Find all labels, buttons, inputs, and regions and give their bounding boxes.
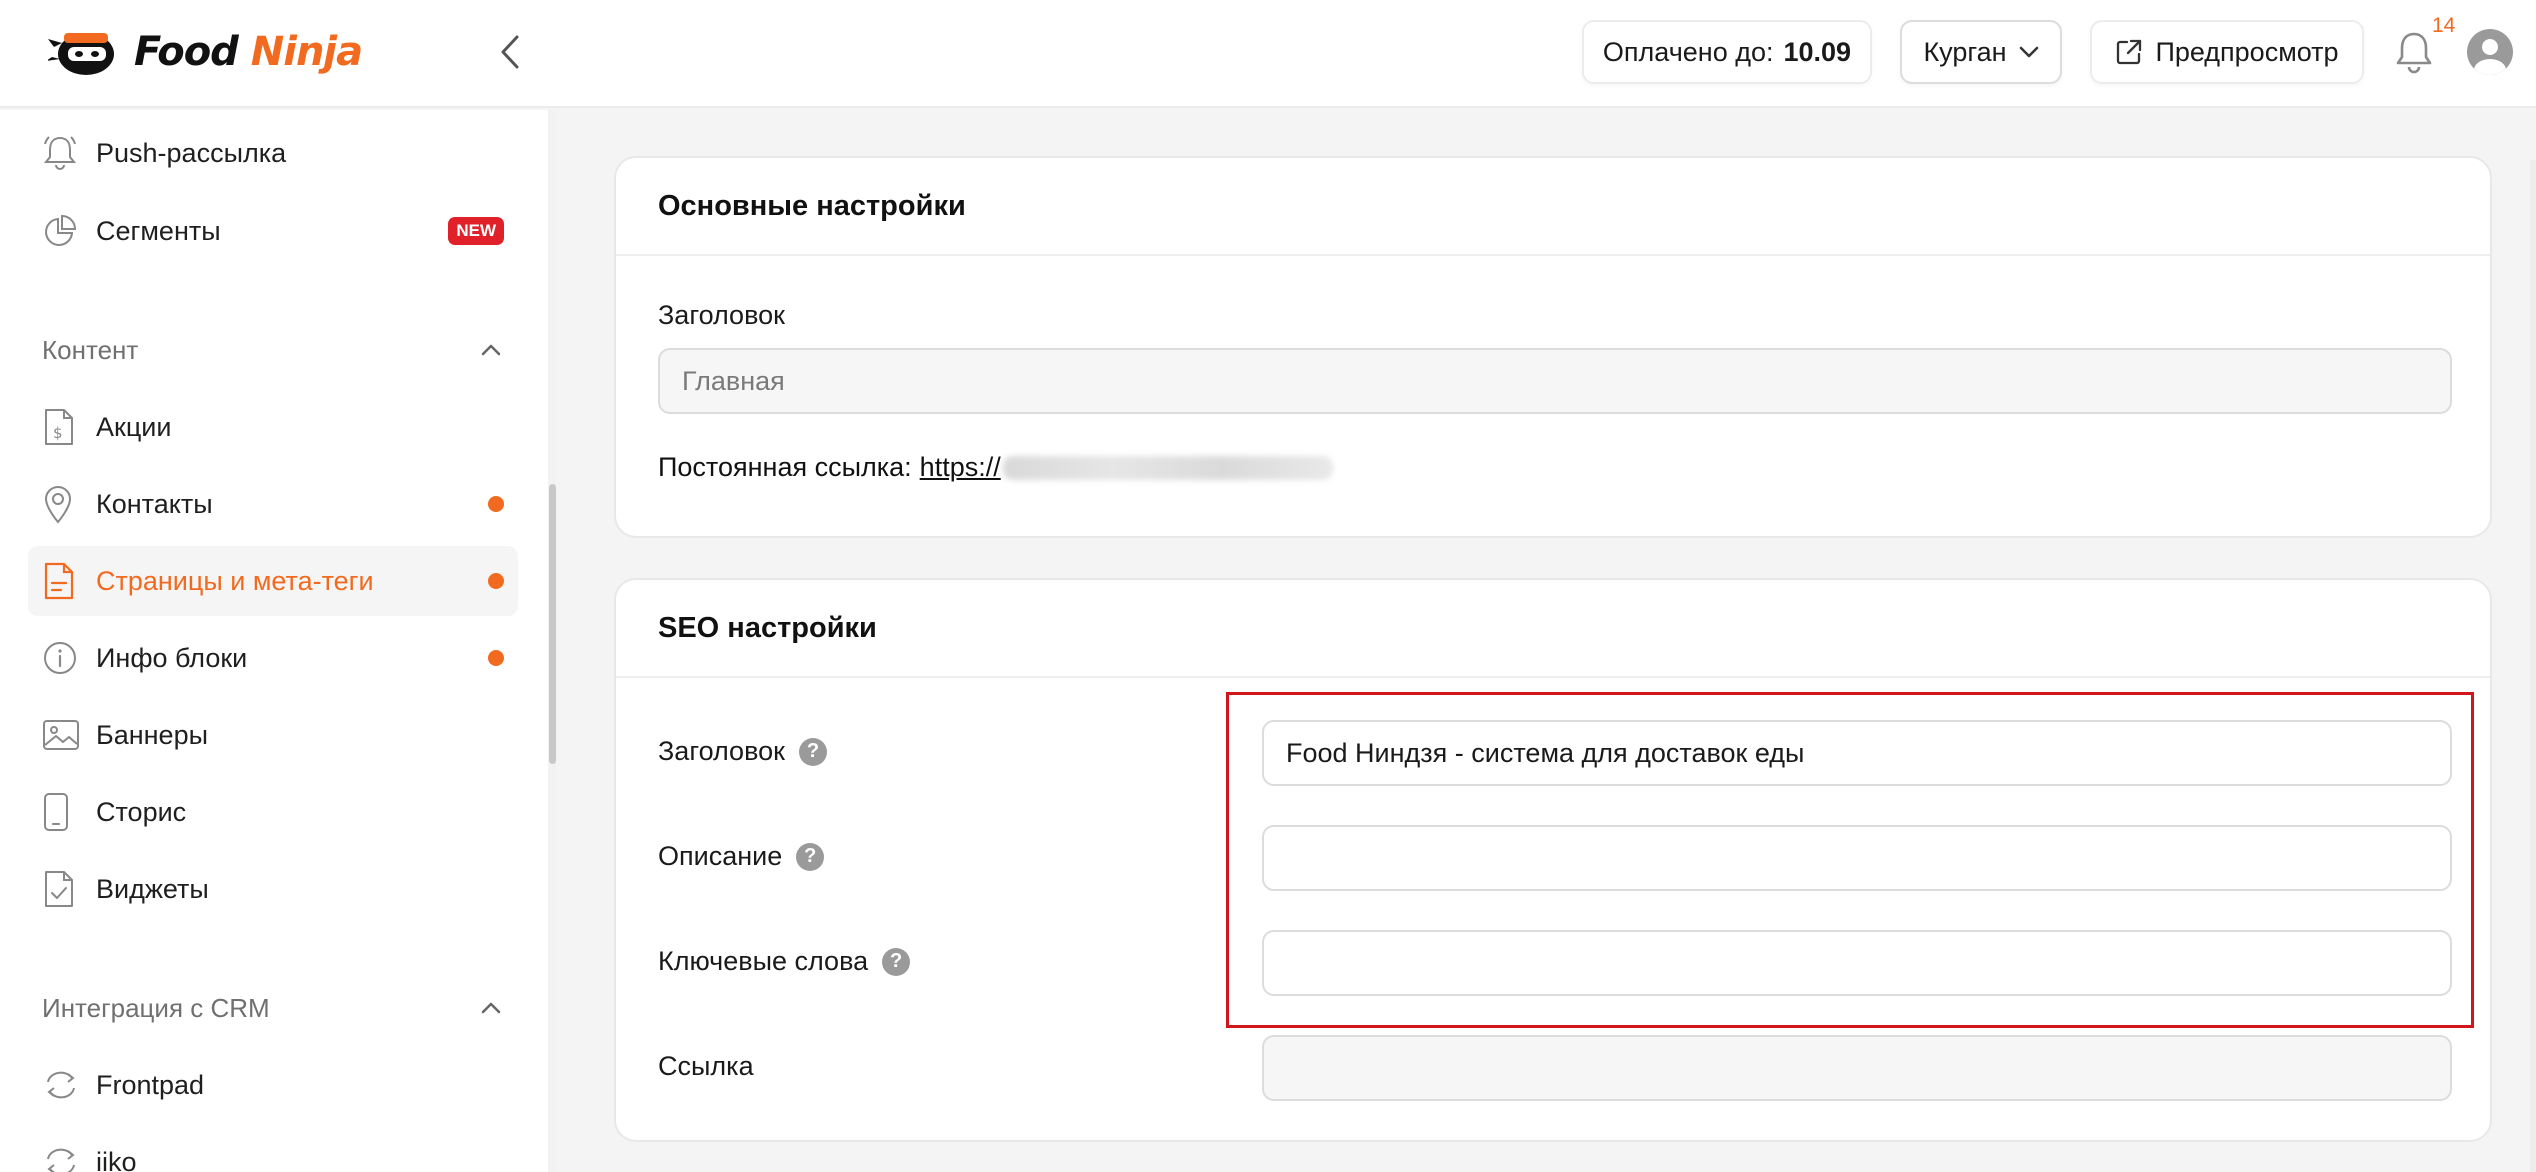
- info-icon: [28, 640, 96, 676]
- main-settings-card: Основные настройки Заголовок Главная Пос…: [614, 156, 2492, 538]
- preview-button[interactable]: Предпросмотр: [2090, 20, 2364, 84]
- heading-input[interactable]: Главная: [658, 348, 2452, 414]
- city-select-value: Курган: [1923, 36, 2007, 67]
- sidebar-item-label: Страницы и мета-теги: [96, 565, 374, 596]
- unread-dot: [488, 650, 504, 666]
- sidebar-item-label: Сегменты: [96, 215, 221, 246]
- city-select[interactable]: Курган: [1900, 20, 2062, 84]
- permalink-blurred-url: [1002, 455, 1333, 480]
- user-avatar[interactable]: [2466, 28, 2514, 76]
- sidebar-item-contacts[interactable]: Контакты: [28, 469, 518, 539]
- sidebar: Push-рассылка Сегменты NEW Контент $ Акц…: [0, 110, 556, 1172]
- page-scrollbar-track[interactable]: [2530, 160, 2536, 1172]
- sidebar-item-pages[interactable]: Страницы и мета-теги: [28, 546, 518, 616]
- unread-dot: [488, 573, 504, 589]
- map-pin-icon: [28, 484, 96, 524]
- permalink-label: Постоянная ссылка:: [658, 452, 912, 482]
- heading-label: Заголовок: [658, 300, 785, 330]
- bell-icon: [2396, 32, 2432, 74]
- logo[interactable]: Food Ninja: [48, 22, 363, 82]
- sidebar-item-label: Инфо блоки: [96, 642, 248, 673]
- external-link-icon: [2117, 39, 2142, 65]
- logo-text: Food Ninja: [134, 29, 363, 75]
- sidebar-item-label: Push-рассылка: [96, 137, 287, 168]
- sidebar-item-label: Баннеры: [96, 719, 208, 750]
- help-icon[interactable]: ?: [796, 842, 825, 871]
- notifications-button[interactable]: [2392, 28, 2436, 76]
- pie-chart-icon: [28, 213, 96, 249]
- bell-icon: [28, 134, 96, 172]
- seo-description-label: Описание ?: [658, 841, 825, 872]
- sidebar-item-promotions[interactable]: $ Акции: [28, 392, 518, 462]
- image-icon: [28, 718, 96, 752]
- svg-text:$: $: [53, 424, 63, 442]
- sidebar-item-iiko[interactable]: iiko: [28, 1127, 518, 1172]
- sidebar-item-label: Frontpad: [96, 1069, 205, 1100]
- sidebar-item-label: Сторис: [96, 796, 187, 827]
- preview-label: Предпросмотр: [2155, 36, 2339, 67]
- dollar-document-icon: $: [28, 407, 96, 447]
- sidebar-item-frontpad[interactable]: Frontpad: [28, 1050, 518, 1120]
- sidebar-item-label: Акции: [96, 411, 172, 442]
- user-avatar-icon: [2467, 29, 2513, 75]
- sidebar-item-label: Виджеты: [96, 873, 209, 904]
- help-icon[interactable]: ?: [882, 947, 911, 976]
- chevron-up-icon: [481, 344, 501, 356]
- sidebar-section-crm[interactable]: Интеграция с CRM: [42, 988, 502, 1028]
- paid-until-value: 10.09: [1783, 36, 1852, 67]
- seo-settings-title: SEO настройки: [616, 580, 2490, 678]
- checked-document-icon: [28, 869, 96, 909]
- unread-dot: [488, 496, 504, 512]
- sidebar-item-info-blocks[interactable]: Инфо блоки: [28, 623, 518, 693]
- permalink-link[interactable]: https://: [920, 452, 1001, 483]
- sidebar-item-label: iiko: [96, 1146, 137, 1172]
- phone-icon: [28, 792, 96, 832]
- document-icon: [28, 561, 96, 601]
- sidebar-item-segments[interactable]: Сегменты NEW: [28, 196, 518, 266]
- top-header: Food Ninja Оплачено до: 10.09 Курган Пре…: [0, 0, 2536, 108]
- sidebar-item-banners[interactable]: Баннеры: [28, 700, 518, 770]
- seo-link-label: Ссылка: [658, 1051, 754, 1081]
- sidebar-section-label: Интеграция с CRM: [42, 992, 270, 1023]
- paid-until-badge: Оплачено до: 10.09: [1582, 20, 1872, 84]
- paid-until-label: Оплачено до:: [1602, 36, 1774, 67]
- permalink: Постоянная ссылка: https://: [658, 452, 1333, 483]
- sidebar-item-widgets[interactable]: Виджеты: [28, 854, 518, 924]
- chevron-left-icon: [501, 35, 519, 69]
- chevron-down-icon: [2019, 46, 2038, 58]
- sync-icon: [28, 1067, 96, 1103]
- sidebar-item-push[interactable]: Push-рассылка: [28, 118, 518, 188]
- sidebar-section-label: Контент: [42, 334, 139, 365]
- notification-count: 14: [2432, 14, 2456, 37]
- sidebar-scrollbar-thumb[interactable]: [549, 484, 556, 764]
- seo-link-input[interactable]: [1262, 1035, 2452, 1101]
- chevron-up-icon: [481, 1002, 501, 1014]
- sidebar-item-stories[interactable]: Сторис: [28, 777, 518, 847]
- sidebar-section-content[interactable]: Контент: [42, 330, 502, 370]
- main-settings-title: Основные настройки: [616, 158, 2490, 256]
- sidebar-item-label: Контакты: [96, 488, 213, 519]
- new-badge: NEW: [448, 217, 504, 245]
- seo-keywords-label: Ключевые слова ?: [658, 946, 911, 977]
- collapse-sidebar-button[interactable]: [490, 30, 530, 74]
- ninja-logo-icon: [48, 33, 114, 75]
- seo-title-label: Заголовок ?: [658, 736, 827, 767]
- highlight-box: [1226, 692, 2474, 1028]
- help-icon[interactable]: ?: [798, 737, 827, 766]
- sync-icon: [28, 1144, 96, 1172]
